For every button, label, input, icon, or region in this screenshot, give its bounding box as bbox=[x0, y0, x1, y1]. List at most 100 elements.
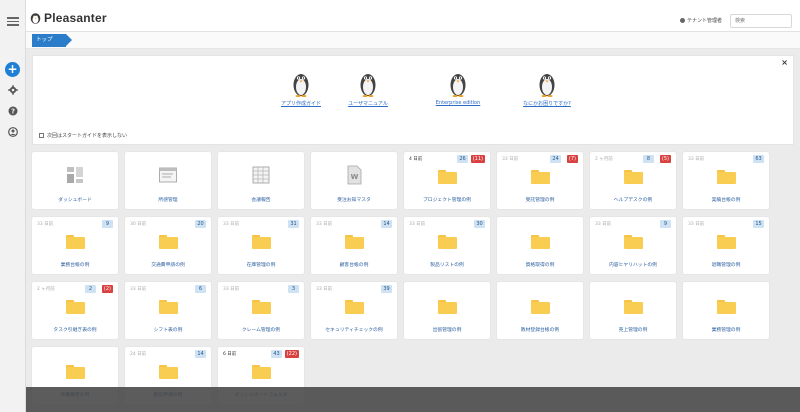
count-badge: 14 bbox=[381, 220, 392, 228]
folder-icon bbox=[624, 300, 643, 314]
updated-date: 4 日前 bbox=[409, 157, 423, 162]
logo[interactable]: Pleasanter bbox=[30, 11, 107, 25]
menu-icon[interactable] bbox=[7, 17, 19, 26]
count-badge: 26 bbox=[457, 155, 468, 163]
user-icon[interactable] bbox=[6, 125, 20, 139]
tile-title: 受託管理の例 bbox=[525, 198, 555, 203]
site-tile[interactable]: 4 日前 (11) 26 プロジェクト管理の例 bbox=[404, 152, 490, 209]
guide-link-user-manual[interactable]: ユーザマニュアル bbox=[328, 100, 408, 107]
tenant-admin-label: テナント管理者 bbox=[687, 18, 723, 24]
site-tile[interactable]: ダッシュボード bbox=[32, 152, 118, 209]
site-tile[interactable]: 2 ヶ月前 (2) 2 タスク引継ぎ表の例 bbox=[32, 282, 118, 339]
updated-date: 6 日前 bbox=[223, 352, 237, 357]
updated-date: 33 日前 bbox=[316, 287, 333, 292]
tile-title: 資格取得の例 bbox=[525, 263, 555, 268]
folder-icon bbox=[345, 235, 364, 249]
site-tile[interactable]: 33 日前 39 セキュリティチェックの例 bbox=[311, 282, 397, 339]
count-badge: 9 bbox=[102, 220, 113, 228]
site-tile[interactable]: 33 日前 (7) 24 受託管理の例 bbox=[497, 152, 583, 209]
updated-date: 2 ヶ月前 bbox=[595, 157, 613, 162]
tile-title: 実績台帳の例 bbox=[711, 198, 741, 203]
site-tile[interactable]: 出張管理の例 bbox=[404, 282, 490, 339]
folder-icon bbox=[438, 170, 457, 184]
count-badge: 20 bbox=[195, 220, 206, 228]
penguin-icon bbox=[450, 74, 466, 97]
count-badge: 14 bbox=[195, 350, 206, 358]
svg-text:W: W bbox=[351, 173, 359, 181]
site-tile[interactable]: 30 日前 20 交通費申請の例 bbox=[125, 217, 211, 274]
updated-date: 33 日前 bbox=[223, 222, 240, 227]
site-tile[interactable]: 33 日前 63 実績台帳の例 bbox=[683, 152, 769, 209]
wiki-icon: W bbox=[345, 165, 363, 185]
tile-title: 顧客台帳の例 bbox=[339, 263, 369, 268]
site-tile[interactable]: W 受注お知マスタ bbox=[311, 152, 397, 209]
site-tile[interactable]: 33 日前 9 業務台帳の例 bbox=[32, 217, 118, 274]
penguin-logo-icon bbox=[30, 13, 41, 24]
site-tile[interactable]: 所感管理 bbox=[125, 152, 211, 209]
hide-guide-option[interactable]: 次回はスタートガイドを表示しない bbox=[39, 132, 127, 139]
hide-guide-checkbox[interactable] bbox=[39, 133, 44, 138]
tile-title: 在庫管理の例 bbox=[246, 263, 276, 268]
count-badge: 8 bbox=[643, 155, 654, 163]
overdue-badge: (22) bbox=[284, 350, 299, 358]
tile-title: ダッシュボード bbox=[58, 198, 92, 203]
updated-date: 33 日前 bbox=[316, 222, 333, 227]
tile-title: セキュリティチェックの例 bbox=[325, 328, 383, 333]
folder-icon bbox=[717, 300, 736, 314]
count-badge: 15 bbox=[753, 220, 764, 228]
site-tile[interactable]: 2 ヶ月前 (5) 8 ヘルプデスクの例 bbox=[590, 152, 676, 209]
overdue-badge: (5) bbox=[659, 155, 671, 163]
tile-title: 教材登録台帳の例 bbox=[520, 328, 560, 333]
site-tile[interactable]: 33 日前 30 製品リストの例 bbox=[404, 217, 490, 274]
updated-date: 33 日前 bbox=[130, 287, 147, 292]
guide-link-help[interactable]: なにかお困りですか? bbox=[507, 100, 587, 107]
tile-title: シフト表の例 bbox=[153, 328, 183, 333]
count-badge: 6 bbox=[195, 285, 206, 293]
count-badge: 63 bbox=[753, 155, 764, 163]
count-badge: 43 bbox=[271, 350, 282, 358]
site-tile[interactable]: 33 日前 9 内容ヒヤリハットの例 bbox=[590, 217, 676, 274]
updated-date: 33 日前 bbox=[502, 157, 519, 162]
count-badge: 3 bbox=[288, 285, 299, 293]
site-tile[interactable]: 33 日前 31 在庫管理の例 bbox=[218, 217, 304, 274]
gear-icon[interactable] bbox=[6, 83, 20, 97]
site-tile[interactable]: 業務管理の例 bbox=[683, 282, 769, 339]
folder-icon bbox=[717, 170, 736, 184]
breadcrumb-top[interactable]: トップ bbox=[32, 34, 72, 47]
folder-icon bbox=[717, 235, 736, 249]
tile-title: 出張管理の例 bbox=[432, 328, 462, 333]
penguin-icon bbox=[293, 74, 309, 97]
folder-icon bbox=[624, 170, 643, 184]
folder-icon bbox=[252, 300, 271, 314]
count-badge: 9 bbox=[660, 220, 671, 228]
folder-icon bbox=[252, 235, 271, 249]
dashboard-icon bbox=[66, 165, 84, 185]
tenant-admin-menu[interactable]: テナント管理者 bbox=[680, 17, 722, 24]
close-icon[interactable]: × bbox=[781, 58, 788, 67]
count-badge: 39 bbox=[381, 285, 392, 293]
overdue-badge: (7) bbox=[566, 155, 578, 163]
updated-date: 33 日前 bbox=[688, 222, 705, 227]
tile-title: 売上管理の例 bbox=[618, 328, 648, 333]
help-icon[interactable]: ? bbox=[6, 104, 20, 118]
tile-title: タスク引継ぎ表の例 bbox=[53, 328, 97, 333]
grid-table-icon bbox=[252, 165, 270, 185]
site-tile[interactable]: 教材登録台帳の例 bbox=[497, 282, 583, 339]
guide-link-enterprise[interactable]: Enterprise edition bbox=[418, 100, 498, 106]
site-tile[interactable]: 資格取得の例 bbox=[497, 217, 583, 274]
new-item-plus-icon[interactable]: + bbox=[5, 62, 20, 77]
site-tile[interactable]: 33 日前 14 顧客台帳の例 bbox=[311, 217, 397, 274]
site-tile[interactable]: 33 日前 6 シフト表の例 bbox=[125, 282, 211, 339]
folder-icon bbox=[438, 235, 457, 249]
site-tile[interactable]: 33 日前 15 退職管理の例 bbox=[683, 217, 769, 274]
tile-title: 退職管理の例 bbox=[711, 263, 741, 268]
updated-date: 33 日前 bbox=[688, 157, 705, 162]
search-input[interactable] bbox=[730, 14, 792, 28]
updated-date: 2 ヶ月前 bbox=[37, 287, 55, 292]
folder-icon bbox=[159, 235, 178, 249]
site-tile[interactable]: 売上管理の例 bbox=[590, 282, 676, 339]
site-tile[interactable]: 33 日前 3 クレーム管理の例 bbox=[218, 282, 304, 339]
folder-icon bbox=[66, 300, 85, 314]
site-tile[interactable]: 会議報告 bbox=[218, 152, 304, 209]
count-badge: 31 bbox=[288, 220, 299, 228]
